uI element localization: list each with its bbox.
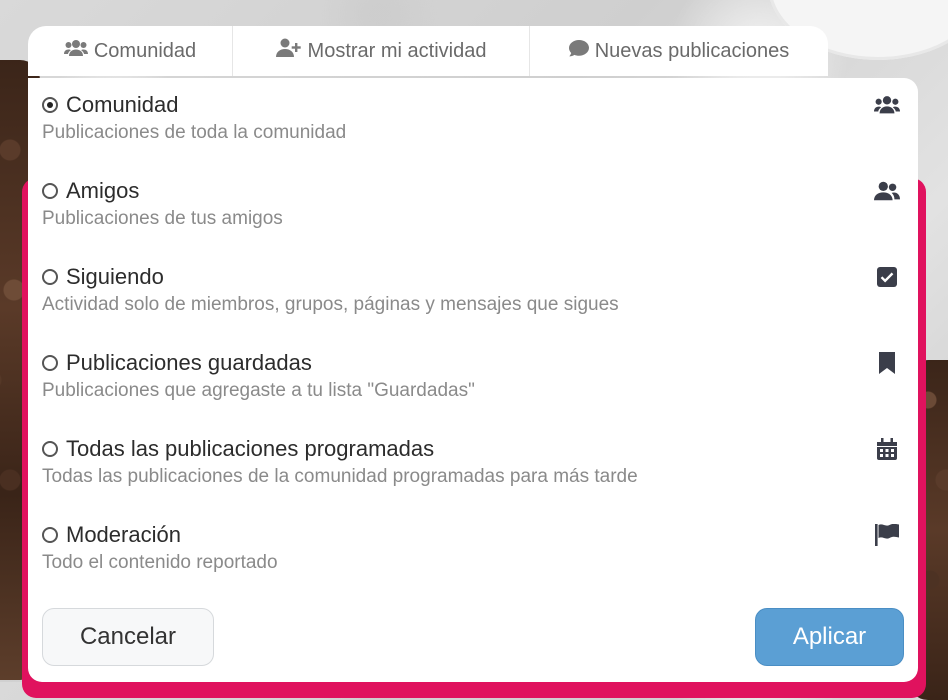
tab-mostrar-mi-actividad[interactable]: Mostrar mi actividad (233, 26, 530, 76)
radio-moderacion[interactable] (42, 527, 58, 543)
option-title: Todas las publicaciones programadas (66, 436, 435, 461)
radio-comunidad[interactable] (42, 97, 58, 113)
option-title: Amigos (66, 178, 140, 203)
apply-button[interactable]: Aplicar (755, 608, 904, 666)
cancel-button[interactable]: Cancelar (42, 608, 214, 666)
user-plus-icon (275, 38, 302, 64)
bookmark-icon (874, 350, 900, 376)
option-title: Publicaciones guardadas (66, 350, 312, 375)
users-icon (874, 92, 900, 118)
filter-options-list: Comunidad Publicaciones de toda la comun… (28, 78, 918, 594)
option-title: Siguiendo (66, 264, 164, 289)
option-publicaciones-programadas[interactable]: Todas las publicaciones programadas Toda… (28, 422, 918, 508)
option-description: Publicaciones de tus amigos (42, 208, 283, 229)
tab-nuevas-publicaciones[interactable]: Nuevas publicaciones (530, 26, 828, 76)
check-square-icon (874, 264, 900, 290)
panel-footer: Cancelar Aplicar (28, 608, 918, 678)
option-moderacion[interactable]: Moderación Todo el contenido reportado (28, 508, 918, 594)
option-description: Publicaciones que agregaste a tu lista "… (42, 380, 475, 401)
calendar-icon (874, 436, 900, 462)
option-siguiendo[interactable]: Siguiendo Actividad solo de miembros, gr… (28, 250, 918, 336)
option-publicaciones-guardadas[interactable]: Publicaciones guardadas Publicaciones qu… (28, 336, 918, 422)
option-description: Todas las publicaciones de la comunidad … (42, 466, 638, 487)
option-description: Todo el contenido reportado (42, 552, 278, 573)
tab-label: Comunidad (93, 39, 197, 62)
option-comunidad[interactable]: Comunidad Publicaciones de toda la comun… (28, 78, 918, 164)
users-icon (63, 39, 88, 63)
feed-filter-panel: Comunidad Publicaciones de toda la comun… (28, 78, 918, 682)
radio-amigos[interactable] (42, 183, 58, 199)
radio-publicaciones-guardadas[interactable] (42, 355, 58, 371)
tab-label: Nuevas publicaciones (594, 39, 790, 62)
tab-comunidad[interactable]: Comunidad (28, 26, 233, 76)
feed-tabbar: Comunidad Mostrar mi actividad Nuevas pu… (28, 26, 828, 76)
radio-siguiendo[interactable] (42, 269, 58, 285)
option-description: Actividad solo de miembros, grupos, pági… (42, 294, 619, 315)
user-friends-icon (874, 178, 900, 204)
tab-label: Mostrar mi actividad (307, 39, 487, 62)
option-description: Publicaciones de toda la comunidad (42, 122, 347, 143)
option-title: Moderación (66, 522, 181, 547)
option-title: Comunidad (66, 92, 179, 117)
flag-icon (874, 522, 900, 548)
option-amigos[interactable]: Amigos Publicaciones de tus amigos (28, 164, 918, 250)
comment-icon (568, 39, 589, 63)
radio-publicaciones-programadas[interactable] (42, 441, 58, 457)
